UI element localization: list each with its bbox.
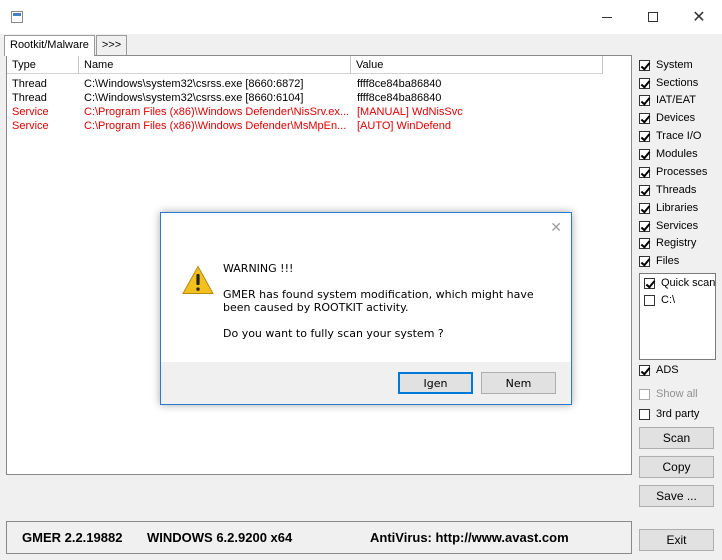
dialog-body: GMER has found system modification, whic… xyxy=(223,288,534,314)
column-header-name[interactable]: Name xyxy=(79,56,351,74)
checkbox-icon xyxy=(644,294,655,306)
checkbox-icon xyxy=(639,408,650,420)
checkbox-system[interactable]: System xyxy=(639,57,693,73)
column-header: Type Name Value xyxy=(7,56,603,74)
checkbox-processes[interactable]: Processes xyxy=(639,164,707,180)
checkbox-trace-io[interactable]: Trace I/O xyxy=(639,128,701,144)
copy-button[interactable]: Copy xyxy=(639,456,714,478)
scan-button[interactable]: Scan xyxy=(639,427,714,449)
table-row[interactable]: Thread C:\Windows\system32\csrss.exe [86… xyxy=(7,91,627,105)
status-bar: GMER 2.2.19882 WINDOWS 6.2.9200 x64 Anti… xyxy=(6,521,632,554)
cell-name: C:\Windows\system32\csrss.exe [8660:6104… xyxy=(84,92,304,104)
checkbox-devices[interactable]: Devices xyxy=(639,110,695,126)
app-icon[interactable] xyxy=(11,11,23,23)
checkbox-icon xyxy=(639,148,650,160)
checkbox-libraries[interactable]: Libraries xyxy=(639,200,698,216)
checkbox-icon xyxy=(639,77,650,89)
checkbox-iat-eat[interactable]: IAT/EAT xyxy=(639,92,696,108)
scan-target-list[interactable]: Quick scan C:\ xyxy=(639,273,716,360)
table-row[interactable]: Service C:\Program Files (x86)\Windows D… xyxy=(7,119,627,133)
warning-dialog: ✕ WARNING !!! GMER has found system modi… xyxy=(160,212,572,405)
checkbox-registry[interactable]: Registry xyxy=(639,235,696,251)
checkbox-icon xyxy=(639,59,650,71)
checkbox-icon xyxy=(639,112,650,124)
cell-type: Thread xyxy=(12,92,47,104)
minimize-button[interactable] xyxy=(584,0,630,34)
warning-icon xyxy=(182,265,214,294)
cell-name: C:\Windows\system32\csrss.exe [8660:6872… xyxy=(84,78,304,90)
cell-type: Service xyxy=(12,120,49,132)
checkbox-icon xyxy=(639,166,650,178)
checkbox-icon xyxy=(639,237,650,249)
minimize-icon xyxy=(602,16,612,18)
checkbox-icon xyxy=(639,130,650,142)
cell-value: [MANUAL] WdNisSvc xyxy=(357,106,463,118)
dialog-question: Do you want to fully scan your system ? xyxy=(223,327,444,340)
checkbox-icon xyxy=(639,220,650,232)
tab-strip: Rootkit/Malware >>> xyxy=(4,35,128,56)
checkbox-icon xyxy=(639,255,650,267)
cell-type: Service xyxy=(12,106,49,118)
table-row[interactable]: Thread C:\Windows\system32\csrss.exe [86… xyxy=(7,77,627,91)
antivirus-text: AntiVirus: http://www.avast.com xyxy=(370,530,569,545)
os-text: WINDOWS 6.2.9200 x64 xyxy=(147,530,293,545)
dialog-close-button[interactable]: ✕ xyxy=(550,219,562,236)
cell-name: C:\Program Files (x86)\Windows Defender\… xyxy=(84,106,349,118)
checkbox-ads[interactable]: ADS xyxy=(639,362,679,378)
checkbox-threads[interactable]: Threads xyxy=(639,182,696,198)
cell-value: ffff8ce84ba86840 xyxy=(357,92,442,104)
cell-type: Thread xyxy=(12,78,47,90)
checkbox-drive-c[interactable]: C:\ xyxy=(644,292,675,308)
checkbox-modules[interactable]: Modules xyxy=(639,146,698,162)
checkbox-services[interactable]: Services xyxy=(639,218,698,234)
dialog-footer: Igen Nem xyxy=(161,362,571,404)
checkbox-icon xyxy=(639,94,650,106)
column-header-value[interactable]: Value xyxy=(351,56,603,74)
tab-rootkit-malware[interactable]: Rootkit/Malware xyxy=(4,35,95,56)
version-text: GMER 2.2.19882 xyxy=(22,530,123,545)
cell-name: C:\Program Files (x86)\Windows Defender\… xyxy=(84,120,347,132)
checkbox-show-all: Show all xyxy=(639,386,698,402)
checkbox-files[interactable]: Files xyxy=(639,253,679,269)
dialog-heading: WARNING !!! xyxy=(223,262,294,275)
cell-value: [AUTO] WinDefend xyxy=(357,120,451,132)
column-header-type[interactable]: Type xyxy=(7,56,79,74)
close-icon: ✕ xyxy=(692,9,706,26)
checkbox-quick-scan[interactable]: Quick scan xyxy=(644,275,715,291)
table-row[interactable]: Service C:\Program Files (x86)\Windows D… xyxy=(7,105,627,119)
checkbox-icon xyxy=(639,202,650,214)
dialog-message: WARNING !!! GMER has found system modifi… xyxy=(223,262,553,340)
checkbox-third-party[interactable]: 3rd party xyxy=(639,406,699,422)
no-button[interactable]: Nem xyxy=(481,372,556,394)
exit-button[interactable]: Exit xyxy=(639,529,714,551)
checkbox-icon xyxy=(639,388,650,400)
maximize-icon xyxy=(648,12,658,22)
cell-value: ffff8ce84ba86840 xyxy=(357,78,442,90)
tab-more[interactable]: >>> xyxy=(95,35,128,55)
checkbox-icon xyxy=(639,184,650,196)
checkbox-sections[interactable]: Sections xyxy=(639,75,698,91)
checkbox-icon xyxy=(639,364,650,376)
save-button[interactable]: Save ... xyxy=(639,485,714,507)
title-bar: ✕ xyxy=(0,0,722,34)
close-button[interactable]: ✕ xyxy=(676,0,722,34)
checkbox-icon xyxy=(644,277,655,289)
yes-button[interactable]: Igen xyxy=(398,372,473,394)
maximize-button[interactable] xyxy=(630,0,676,34)
